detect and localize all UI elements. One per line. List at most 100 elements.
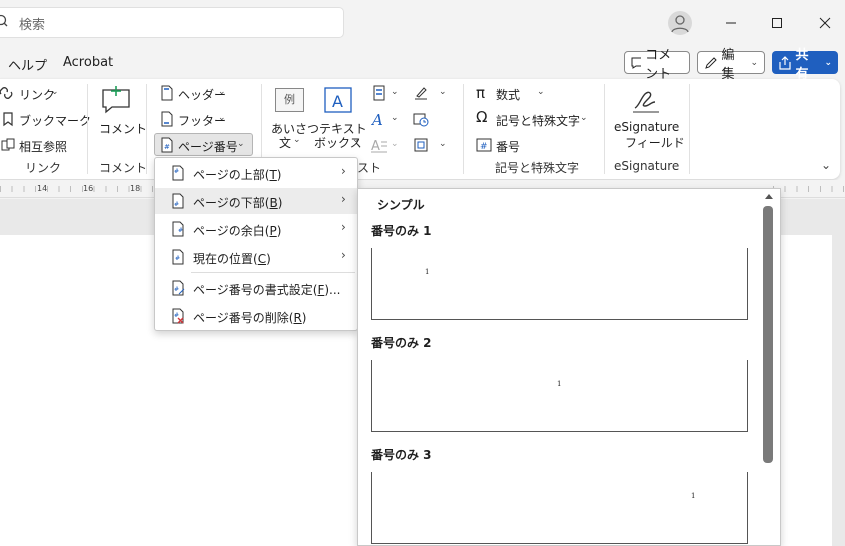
gallery-item-plain-number-3[interactable]: 1 bbox=[371, 472, 748, 544]
close-button[interactable] bbox=[812, 10, 838, 36]
svg-text:A: A bbox=[371, 111, 383, 127]
chevron-down-icon: ⌄ bbox=[750, 57, 758, 68]
comment-header-button[interactable]: コメント bbox=[624, 48, 690, 82]
chevron-down-icon: ⌄ bbox=[237, 139, 245, 149]
chevron-down-icon[interactable]: ⌄ bbox=[391, 87, 399, 97]
chevron-down-icon[interactable]: ⌄ bbox=[439, 87, 447, 97]
ruler-marks bbox=[773, 186, 845, 192]
page-number-preview: 1 bbox=[557, 380, 562, 388]
equation-button[interactable]: 数式 bbox=[496, 86, 520, 103]
page-bottom-icon: # bbox=[172, 193, 184, 209]
menu-item-top-of-page[interactable]: # ページの上部(T) › bbox=[155, 160, 357, 186]
greeting-line2: 文 bbox=[279, 136, 292, 150]
gallery-item-plain-number-1[interactable]: 1 bbox=[371, 248, 748, 320]
page-number-label: ページ番号 bbox=[178, 140, 238, 154]
chevron-down-icon: ⌄ bbox=[824, 57, 832, 68]
share-button[interactable]: 共有 ⌄ bbox=[772, 48, 838, 82]
account-avatar[interactable] bbox=[668, 11, 692, 35]
access-key: P bbox=[269, 224, 277, 238]
number-icon: # bbox=[476, 138, 492, 152]
new-comment-button[interactable]: コメント bbox=[99, 120, 147, 137]
chevron-down-icon[interactable]: ⌄ bbox=[439, 139, 447, 149]
svg-text:#: # bbox=[174, 201, 179, 208]
menu-item-tail: ) bbox=[301, 311, 307, 325]
comment-icon bbox=[631, 57, 642, 69]
menu-acrobat[interactable]: Acrobat bbox=[63, 55, 113, 70]
ribbon-separator bbox=[463, 84, 464, 174]
menu-item-label: 現在の位置( bbox=[193, 252, 258, 266]
menu-item-format-page-numbers[interactable]: # ページ番号の書式設定(F)... bbox=[155, 275, 357, 301]
new-comment-icon bbox=[102, 86, 130, 114]
comment-group-label: コメント bbox=[99, 161, 148, 175]
access-key: B bbox=[269, 196, 278, 210]
link-group-label: リンク bbox=[25, 161, 62, 175]
page-number-icon: # bbox=[161, 137, 173, 153]
ribbon-separator bbox=[689, 84, 690, 174]
menu-item-bottom-of-page[interactable]: # ページの下部(B) › bbox=[155, 188, 357, 214]
page-top-icon: # bbox=[172, 165, 184, 181]
chevron-right-icon: › bbox=[341, 164, 346, 178]
page-number-preview: 1 bbox=[425, 268, 430, 276]
cross-reference-icon bbox=[1, 138, 15, 151]
date-time-icon bbox=[413, 113, 429, 127]
current-position-icon: # bbox=[172, 249, 184, 265]
menu-item-label: ページの下部( bbox=[193, 196, 270, 210]
drop-cap-icon: A bbox=[371, 139, 387, 153]
pencil-icon bbox=[705, 56, 717, 69]
maximize-icon bbox=[772, 18, 782, 28]
gallery-scrollbar-thumb[interactable] bbox=[763, 206, 773, 463]
menu-item-label: ページ番号の書式設定( bbox=[193, 283, 318, 297]
chevron-right-icon: › bbox=[341, 220, 346, 234]
edit-mode-button[interactable]: 編集 ⌄ bbox=[697, 48, 765, 82]
link-icon bbox=[0, 87, 13, 99]
svg-text:#: # bbox=[480, 142, 488, 152]
minimize-button[interactable] bbox=[718, 10, 744, 36]
number-button[interactable]: 番号 bbox=[496, 138, 520, 155]
bookmark-icon bbox=[3, 112, 13, 127]
svg-text:#: # bbox=[175, 255, 180, 262]
share-label: 共有 bbox=[795, 47, 809, 82]
menu-item-tail: ) bbox=[276, 168, 282, 182]
collapse-ribbon-icon[interactable]: ⌄ bbox=[821, 158, 831, 172]
format-page-number-icon: # bbox=[172, 280, 185, 296]
chevron-down-icon: ⌄ bbox=[218, 87, 226, 97]
svg-text:A: A bbox=[371, 139, 380, 153]
esignature-field-button[interactable]: eSignature bbox=[614, 120, 679, 134]
chevron-down-icon: ⌄ bbox=[537, 87, 545, 97]
header-icon bbox=[161, 85, 173, 101]
object-icon bbox=[414, 138, 428, 152]
gallery-item-plain-number-2[interactable]: 1 bbox=[371, 360, 748, 432]
search-placeholder: 検索 bbox=[19, 18, 46, 33]
esignature-group-label: eSignature bbox=[614, 159, 680, 173]
access-key: T bbox=[269, 168, 277, 182]
textbox-icon: A bbox=[324, 87, 352, 113]
menu-item-remove-page-numbers[interactable]: # ページ番号の削除(R) bbox=[155, 303, 357, 329]
link-button[interactable]: リンク bbox=[19, 86, 55, 103]
search-box[interactable] bbox=[0, 7, 344, 38]
menu-item-tail: ) bbox=[277, 196, 283, 210]
search-icon bbox=[0, 14, 8, 27]
svg-text:#: # bbox=[178, 227, 183, 234]
esignature-icon bbox=[633, 91, 659, 113]
menu-item-current-position[interactable]: # 現在の位置(C) › bbox=[155, 244, 357, 270]
close-icon bbox=[819, 17, 831, 29]
maximize-button[interactable] bbox=[764, 10, 790, 36]
scroll-up-icon[interactable] bbox=[764, 192, 774, 200]
chevron-down-icon: ⌄ bbox=[580, 113, 588, 123]
bookmark-button[interactable]: ブックマーク bbox=[19, 112, 91, 129]
gallery-section-title: シンプル bbox=[377, 198, 425, 212]
greeting-icon: 例 bbox=[275, 88, 304, 112]
svg-text:#: # bbox=[174, 168, 179, 175]
symbol-button[interactable]: 記号と特殊文字 bbox=[496, 112, 580, 129]
cross-reference-button[interactable]: 相互参照 bbox=[19, 138, 67, 155]
share-icon bbox=[779, 55, 791, 70]
remove-page-number-icon: # bbox=[172, 308, 184, 324]
page-number-preview: 1 bbox=[691, 492, 696, 500]
comment-header-label: コメント bbox=[645, 47, 672, 82]
menu-help[interactable]: ヘルプ bbox=[8, 55, 47, 74]
menu-item-page-margins[interactable]: # ページの余白(P) › bbox=[155, 216, 357, 242]
chevron-down-icon[interactable]: ⌄ bbox=[391, 113, 399, 123]
gallery-item-title: 番号のみ 3 bbox=[371, 448, 432, 462]
access-key: R bbox=[293, 311, 302, 325]
chevron-down-icon: ⌄ bbox=[352, 135, 360, 145]
